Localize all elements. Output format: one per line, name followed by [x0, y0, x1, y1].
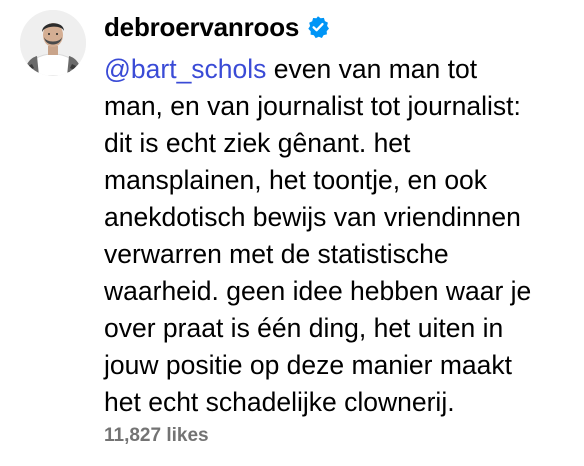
username-link[interactable]: debroervanroos [104, 12, 299, 43]
likes-count[interactable]: 11,827 likes [104, 425, 209, 447]
mention-link[interactable]: @bart_schols [104, 54, 266, 84]
comment-line: over praat is één ding, het uiten in [104, 313, 504, 343]
comment-line: even van man tot [266, 54, 478, 84]
comment-line: verwarren met de statistische [104, 239, 449, 269]
avatar[interactable] [20, 10, 86, 76]
comment: debroervanroos @bart_schols even van man… [0, 0, 584, 466]
comment-line: mansplainen, het toontje, en ook [104, 165, 488, 195]
comment-line: man, en van journalist tot journalist: [104, 91, 521, 121]
comment-line: anekdotisch bewijs van vriendinnen [104, 202, 521, 232]
comment-line: waarheid. geen idee hebben waar je [104, 276, 532, 306]
comment-line: dit is echt ziek gênant. het [104, 128, 411, 158]
verified-badge-icon [306, 15, 330, 39]
comment-text: @bart_schols even van man tot man, en van… [104, 51, 574, 421]
profile-avatar-icon [20, 10, 86, 76]
comment-line: jouw positie op deze manier maakt [104, 350, 513, 380]
comment-header: debroervanroos [104, 10, 574, 44]
comment-content: debroervanroos @bart_schols even van man… [104, 10, 574, 421]
comment-line: het echt schadelijke clownerij. [104, 387, 455, 417]
